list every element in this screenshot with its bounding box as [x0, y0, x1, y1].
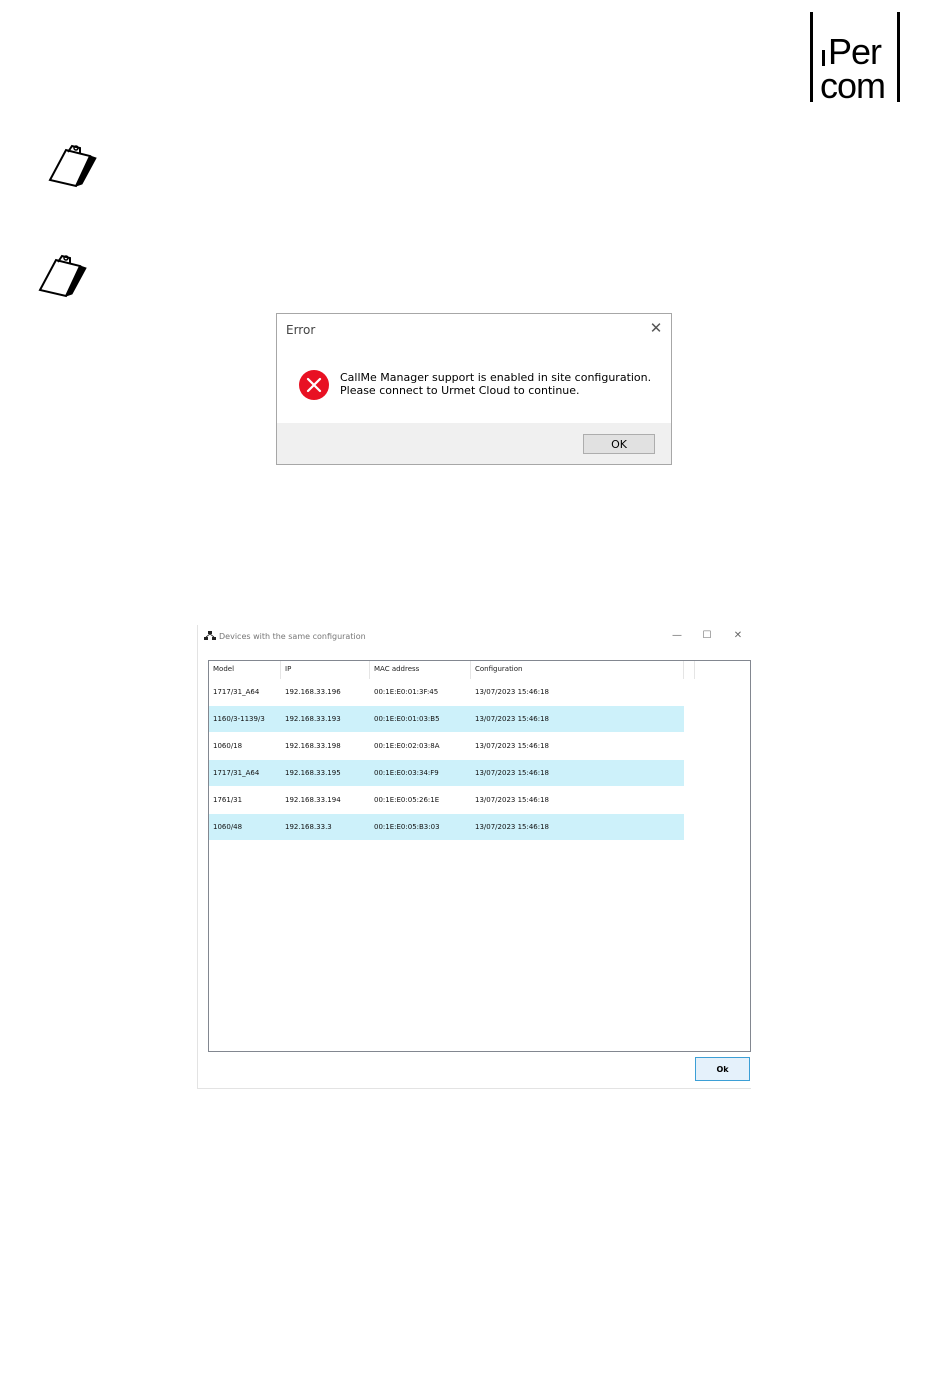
close-icon[interactable]: ✕: [729, 629, 747, 643]
note-clipboard-icon: [46, 140, 98, 188]
list-header: Model IP MAC address Configuration: [209, 661, 684, 679]
devices-list[interactable]: Model IP MAC address Configuration 1717/…: [208, 660, 751, 1052]
error-message-line1: CallMe Manager support is enabled in sit…: [340, 371, 652, 384]
window-titlebar: Devices with the same configuration — ☐ …: [198, 625, 751, 649]
cell-configuration: 13/07/2023 15:46:18: [475, 688, 550, 696]
cell-mac: 00:1E:E0:01:3F:45: [374, 688, 439, 696]
logo-bar-left: [810, 12, 813, 102]
error-icon: [299, 370, 329, 400]
cell-model: 1160/3-1139/3: [213, 715, 265, 723]
ipercom-logo: Per com: [810, 10, 900, 104]
ok-button[interactable]: OK: [583, 434, 655, 454]
logo-word-bottom: com: [820, 65, 886, 106]
cell-configuration: 13/07/2023 15:46:18: [475, 796, 550, 804]
column-header-configuration[interactable]: Configuration: [471, 661, 684, 679]
cell-mac: 00:1E:E0:03:34:F9: [374, 769, 439, 777]
cell-ip: 192.168.33.198: [285, 742, 341, 750]
column-header-mac[interactable]: MAC address: [370, 661, 471, 679]
table-row[interactable]: 1160/3-1139/3 192.168.33.193 00:1E:E0:01…: [209, 706, 684, 732]
header-spacer: [684, 661, 695, 679]
error-message: CallMe Manager support is enabled in sit…: [340, 371, 651, 397]
window-title: Devices with the same configuration: [219, 632, 366, 641]
devices-window: Devices with the same configuration — ☐ …: [197, 625, 751, 1089]
cell-model: 1761/31: [213, 796, 243, 804]
cell-ip: 192.168.33.193: [285, 715, 341, 723]
cell-model: 1060/18: [213, 742, 243, 750]
cell-model: 1717/31_A64: [213, 769, 260, 777]
network-app-icon: [204, 631, 216, 640]
cell-mac: 00:1E:E0:05:B3:03: [374, 823, 440, 831]
error-message-line2: Please connect to Urmet Cloud to continu…: [340, 384, 580, 397]
table-row[interactable]: 1761/31 192.168.33.194 00:1E:E0:05:26:1E…: [209, 787, 684, 813]
cell-ip: 192.168.33.194: [285, 796, 341, 804]
table-row[interactable]: 1717/31_A64 192.168.33.195 00:1E:E0:03:3…: [209, 760, 684, 786]
note-clipboard-icon: [36, 250, 88, 298]
dialog-footer: OK: [277, 423, 671, 464]
table-row[interactable]: 1717/31_A64 192.168.33.196 00:1E:E0:01:3…: [209, 679, 684, 705]
table-row[interactable]: 1060/48 192.168.33.3 00:1E:E0:05:B3:03 1…: [209, 814, 684, 840]
cell-configuration: 13/07/2023 15:46:18: [475, 742, 550, 750]
cell-mac: 00:1E:E0:01:03:B5: [374, 715, 440, 723]
cell-ip: 192.168.33.196: [285, 688, 341, 696]
cell-model: 1060/48: [213, 823, 243, 831]
minimize-icon[interactable]: —: [668, 629, 686, 643]
cell-model: 1717/31_A64: [213, 688, 260, 696]
maximize-icon[interactable]: ☐: [698, 629, 716, 643]
cell-configuration: 13/07/2023 15:46:18: [475, 769, 550, 777]
error-dialog-title: Error: [286, 323, 316, 337]
logo-bar-right: [897, 12, 900, 102]
error-dialog: Error ✕ CallMe Manager support is enable…: [276, 313, 672, 465]
ok-button[interactable]: Ok: [695, 1057, 750, 1081]
cell-configuration: 13/07/2023 15:46:18: [475, 823, 550, 831]
cell-ip: 192.168.33.3: [285, 823, 332, 831]
cell-configuration: 13/07/2023 15:46:18: [475, 715, 550, 723]
close-icon[interactable]: ✕: [647, 319, 665, 337]
column-header-model[interactable]: Model: [209, 661, 281, 679]
cell-mac: 00:1E:E0:02:03:8A: [374, 742, 440, 750]
cell-ip: 192.168.33.195: [285, 769, 341, 777]
cell-mac: 00:1E:E0:05:26:1E: [374, 796, 440, 804]
table-row[interactable]: 1060/18 192.168.33.198 00:1E:E0:02:03:8A…: [209, 733, 684, 759]
column-header-ip[interactable]: IP: [281, 661, 370, 679]
logo-bar-small: [822, 50, 825, 66]
